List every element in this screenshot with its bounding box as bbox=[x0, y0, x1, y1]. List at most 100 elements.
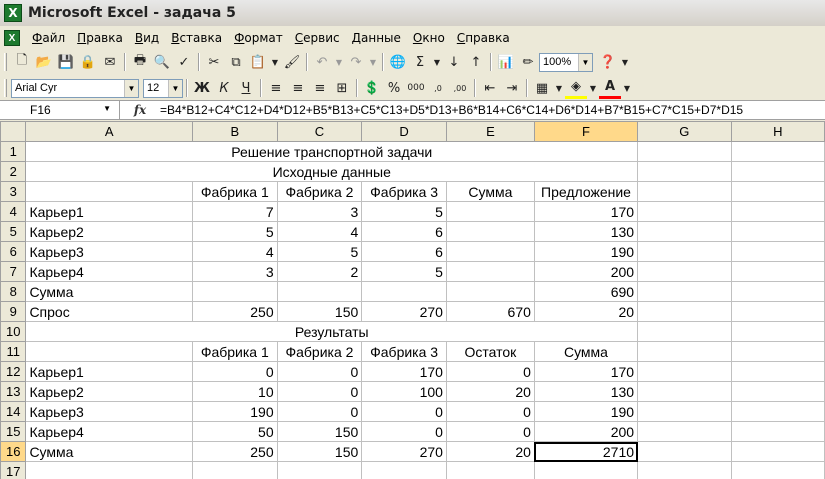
cell[interactable]: Фабрика 2 bbox=[276, 181, 363, 202]
undo-icon[interactable]: ↶ bbox=[311, 51, 333, 73]
column-header[interactable]: G bbox=[637, 121, 732, 142]
active-cell[interactable]: 2710 bbox=[533, 441, 639, 462]
column-header[interactable]: A bbox=[25, 121, 193, 142]
cell[interactable] bbox=[637, 421, 732, 442]
menu-file[interactable]: Файл bbox=[26, 29, 71, 47]
column-header[interactable]: D bbox=[361, 121, 447, 142]
percent-icon[interactable]: % bbox=[383, 77, 405, 99]
cell[interactable] bbox=[637, 221, 732, 242]
cell[interactable]: Остаток bbox=[445, 341, 535, 362]
formula-input[interactable]: =B4*B12+C4*C12+D4*D12+B5*B13+C5*C13+D5*D… bbox=[160, 103, 825, 117]
cell[interactable]: Фабрика 3 bbox=[361, 341, 447, 362]
name-box[interactable]: F16 ▼ bbox=[0, 101, 120, 119]
thousands-icon[interactable]: 000 bbox=[405, 77, 427, 99]
cell[interactable]: 0 bbox=[361, 401, 447, 422]
copy-icon[interactable]: ⧉ bbox=[225, 51, 247, 73]
cell[interactable]: 20 bbox=[533, 301, 639, 322]
fill-color-icon[interactable]: ◈ bbox=[565, 77, 587, 99]
cell[interactable]: Карьер3 bbox=[25, 401, 193, 422]
menu-view[interactable]: Вид bbox=[129, 29, 165, 47]
menu-tools[interactable]: Сервис bbox=[289, 29, 346, 47]
cell[interactable]: 20 bbox=[445, 441, 535, 462]
cell[interactable] bbox=[637, 261, 732, 282]
column-header[interactable]: B bbox=[191, 121, 278, 142]
cell[interactable] bbox=[637, 361, 732, 382]
cell[interactable]: 10 bbox=[191, 381, 278, 402]
cell[interactable] bbox=[730, 381, 825, 402]
column-header[interactable]: F bbox=[533, 121, 639, 142]
cell[interactable] bbox=[445, 461, 535, 479]
cell[interactable] bbox=[730, 441, 825, 462]
merge-center-icon[interactable]: ⊞ bbox=[331, 77, 353, 99]
cell[interactable]: 0 bbox=[276, 361, 363, 382]
cell[interactable]: 5 bbox=[361, 261, 447, 282]
cell[interactable] bbox=[637, 461, 732, 479]
align-left-icon[interactable]: ≡ bbox=[265, 77, 287, 99]
cell[interactable]: Сумма bbox=[445, 181, 535, 202]
cell[interactable] bbox=[730, 321, 825, 342]
chevron-down-icon[interactable]: ▼ bbox=[124, 79, 138, 97]
cell[interactable] bbox=[637, 341, 732, 362]
menu-insert[interactable]: Вставка bbox=[165, 29, 228, 47]
row-header[interactable]: 17 bbox=[0, 461, 27, 479]
cell[interactable] bbox=[25, 461, 193, 479]
cell[interactable]: 670 bbox=[445, 301, 535, 322]
cell[interactable]: 100 bbox=[361, 381, 447, 402]
cell[interactable]: 5 bbox=[276, 241, 363, 262]
cell[interactable]: 130 bbox=[533, 221, 639, 242]
cell[interactable]: 0 bbox=[191, 361, 278, 382]
cell[interactable]: 3 bbox=[191, 261, 278, 282]
cell[interactable]: 200 bbox=[533, 261, 639, 282]
insert-function-icon[interactable]: fx bbox=[120, 103, 160, 117]
font-color-icon[interactable]: A bbox=[599, 77, 621, 99]
cell[interactable] bbox=[637, 281, 732, 302]
cell[interactable] bbox=[637, 321, 732, 342]
cell[interactable]: 170 bbox=[361, 361, 447, 382]
cell[interactable] bbox=[276, 281, 363, 302]
row-header[interactable]: 2 bbox=[0, 161, 27, 182]
cell[interactable]: Фабрика 2 bbox=[276, 341, 363, 362]
cell[interactable]: 270 bbox=[361, 301, 447, 322]
new-icon[interactable]: 🗋 bbox=[11, 51, 33, 73]
cell[interactable]: 270 bbox=[361, 441, 447, 462]
paste-icon[interactable]: 📋 bbox=[247, 51, 269, 73]
cell[interactable] bbox=[637, 241, 732, 262]
font-color-dropdown-icon[interactable]: ▼ bbox=[621, 77, 633, 99]
cell[interactable]: 20 bbox=[445, 381, 535, 402]
permission-icon[interactable]: 🔒 bbox=[77, 51, 99, 73]
cell[interactable]: Фабрика 1 bbox=[191, 181, 278, 202]
decrease-decimal-icon[interactable]: ,00 bbox=[449, 77, 471, 99]
cell[interactable] bbox=[730, 281, 825, 302]
cell[interactable]: 0 bbox=[445, 421, 535, 442]
help-icon[interactable]: ❓ bbox=[597, 51, 619, 73]
menu-window[interactable]: Окно bbox=[407, 29, 451, 47]
increase-decimal-icon[interactable]: ,0 bbox=[427, 77, 449, 99]
bold-button[interactable]: Ж bbox=[191, 77, 213, 99]
cell[interactable]: Карьер2 bbox=[25, 381, 193, 402]
cell[interactable]: 5 bbox=[191, 221, 278, 242]
cell[interactable]: 690 bbox=[533, 281, 639, 302]
cell[interactable] bbox=[191, 461, 278, 479]
row-header[interactable]: 8 bbox=[0, 281, 27, 302]
cell[interactable] bbox=[637, 141, 732, 162]
align-right-icon[interactable]: ≡ bbox=[309, 77, 331, 99]
cell[interactable]: 4 bbox=[191, 241, 278, 262]
cell[interactable]: Карьер3 bbox=[25, 241, 193, 262]
drawing-icon[interactable]: ✏ bbox=[517, 51, 539, 73]
cell[interactable]: 0 bbox=[276, 401, 363, 422]
cell[interactable] bbox=[730, 221, 825, 242]
merged-cell[interactable]: Исходные данные bbox=[25, 161, 639, 182]
row-header[interactable]: 1 bbox=[0, 141, 27, 162]
cell[interactable]: 50 bbox=[191, 421, 278, 442]
increase-indent-icon[interactable]: ⇥ bbox=[501, 77, 523, 99]
paste-dropdown-icon[interactable]: ▼ bbox=[269, 51, 281, 73]
align-center-icon[interactable]: ≡ bbox=[287, 77, 309, 99]
font-name-select[interactable]: Arial Cyr ▼ bbox=[11, 78, 139, 98]
toolbar-grip[interactable] bbox=[4, 53, 7, 71]
toolbar-options-icon[interactable]: ▼ bbox=[619, 51, 631, 73]
row-header[interactable]: 7 bbox=[0, 261, 27, 282]
font-size-select[interactable]: 12 ▼ bbox=[143, 78, 183, 98]
row-header[interactable]: 12 bbox=[0, 361, 27, 382]
row-header[interactable]: 6 bbox=[0, 241, 27, 262]
select-all-corner[interactable] bbox=[0, 121, 27, 142]
